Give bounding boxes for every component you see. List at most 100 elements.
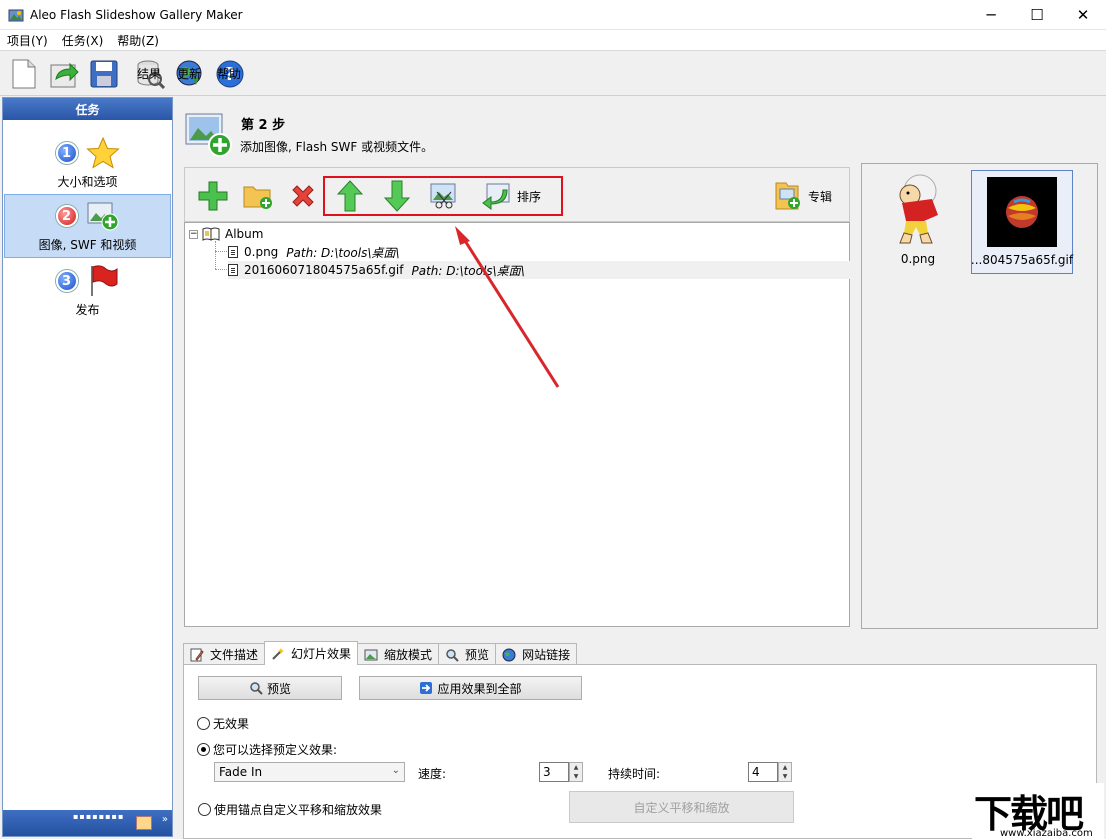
- delete-icon[interactable]: [287, 180, 319, 212]
- step-description: 添加图像, Flash SWF 或视频文件。: [240, 140, 434, 154]
- radio-dot-selected[interactable]: [197, 743, 210, 756]
- results-button[interactable]: 结果: [134, 54, 166, 94]
- preset-effect-label: 您可以选择预定义效果:: [213, 743, 338, 757]
- preset-effect-radio[interactable]: 您可以选择预定义效果:: [197, 741, 337, 758]
- sort-icon[interactable]: [481, 180, 513, 212]
- effect-select[interactable]: Fade In ⌄: [214, 762, 405, 782]
- speed-label: 速度:: [418, 767, 447, 781]
- no-effect-radio[interactable]: 无效果: [197, 715, 249, 732]
- tab-label: 幻灯片效果: [291, 647, 352, 661]
- title-bar: Aleo Flash Slideshow Gallery Maker ─ ☐ ✕: [0, 0, 1106, 30]
- open-icon: [48, 58, 80, 90]
- flag-icon: [90, 265, 117, 296]
- collapse-icon[interactable]: −: [189, 229, 198, 239]
- task-publish-label: 发布: [75, 303, 100, 317]
- album-label[interactable]: 专辑: [808, 188, 832, 205]
- duration-value: 4: [752, 765, 760, 779]
- step-title: 第 2 步: [241, 118, 286, 133]
- task-publish[interactable]: 3 发布: [3, 258, 172, 322]
- apply-all-button[interactable]: 应用效果到全部: [359, 676, 582, 700]
- task-size-options[interactable]: 1 大小和选项: [3, 130, 172, 194]
- edit-image-icon[interactable]: [428, 180, 460, 212]
- task-images-swf-video[interactable]: 2 图像, SWF 和视频: [4, 194, 171, 258]
- no-effect-label: 无效果: [213, 717, 250, 731]
- radio-dot[interactable]: [198, 803, 211, 816]
- move-up-icon[interactable]: [334, 180, 366, 212]
- magnifier-icon: [445, 648, 459, 662]
- preview-button-label: 预览: [266, 681, 291, 696]
- preview-button[interactable]: 预览: [198, 676, 342, 700]
- save-button[interactable]: [88, 54, 120, 94]
- update-button[interactable]: 更新: [174, 54, 206, 94]
- step-3-badge: 3: [55, 270, 78, 292]
- task-panel: 任务 1 大小和选项 2 图像, SWF 和视频 3 发布 ▪▪▪▪▪▪▪▪ »: [2, 97, 173, 837]
- tree-item-path: Path: D:\tools\桌面\: [411, 263, 525, 278]
- thumbnail-name: 0.png: [900, 252, 936, 266]
- open-button[interactable]: [48, 54, 80, 94]
- save-icon: [88, 58, 120, 90]
- album-toolbar: 排序 专辑: [184, 167, 850, 222]
- menu-project[interactable]: 项目(Y): [0, 32, 55, 49]
- star-icon: [85, 136, 120, 169]
- album-book-icon: [202, 227, 220, 241]
- close-button[interactable]: ✕: [1060, 0, 1106, 30]
- step-1-badge: 1: [55, 142, 78, 164]
- chevron-down-icon: ⌄: [391, 765, 400, 776]
- apply-all-button-label: 应用效果到全部: [437, 681, 522, 696]
- custom-pan-radio[interactable]: 使用锚点自定义平移和缩放效果: [198, 801, 382, 818]
- new-button[interactable]: [8, 54, 40, 94]
- panel-note-icon[interactable]: [136, 816, 152, 830]
- tree-item[interactable]: 0.png Path: D:\tools\桌面\: [228, 243, 468, 261]
- tab-website-link[interactable]: 网站链接: [495, 643, 578, 665]
- menu-help[interactable]: 帮助(Z): [110, 32, 166, 49]
- add-icon[interactable]: [197, 180, 229, 212]
- panel-grip[interactable]: ▪▪▪▪▪▪▪▪: [73, 812, 124, 821]
- duration-stepper[interactable]: 4 ▲ ▼: [748, 762, 792, 782]
- speed-stepper[interactable]: 3 ▲ ▼: [539, 762, 583, 782]
- file-icon: [228, 264, 238, 276]
- add-image-large-icon: [185, 113, 232, 157]
- tree-item[interactable]: 201606071804575a65f.gif Path: D:\tools\桌…: [228, 261, 850, 279]
- step-2-badge: 2: [55, 205, 78, 227]
- radio-dot[interactable]: [197, 717, 210, 730]
- apply-icon: [420, 682, 433, 694]
- move-down-icon[interactable]: [381, 180, 413, 212]
- new-file-icon: [8, 58, 40, 90]
- thumbnail-panel: 0.png ...804575a65f.gif: [861, 163, 1098, 629]
- maximize-button[interactable]: ☐: [1014, 0, 1060, 30]
- help-button[interactable]: ? 帮助: [214, 54, 246, 94]
- task-panel-header: 任务: [3, 98, 172, 120]
- spin-buttons[interactable]: ▲ ▼: [569, 762, 583, 782]
- step-header: 第 2 步 添加图像, Flash SWF 或视频文件。: [184, 104, 784, 158]
- thumbnail-item-selected[interactable]: ...804575a65f.gif: [971, 170, 1073, 274]
- thumbnail-item[interactable]: 0.png: [867, 170, 969, 274]
- tab-label: 缩放模式: [384, 648, 433, 662]
- duration-label: 持续时间:: [608, 767, 661, 781]
- album-folder-icon[interactable]: [772, 180, 804, 212]
- menu-bar: 项目(Y) 任务(X) 帮助(Z): [0, 30, 1106, 51]
- menu-task[interactable]: 任务(X): [55, 32, 111, 49]
- custom-pan-label: 使用锚点自定义平移和缩放效果: [214, 803, 383, 817]
- window-title: Aleo Flash Slideshow Gallery Maker: [30, 7, 243, 22]
- tab-zoom-mode[interactable]: 缩放模式: [357, 643, 440, 665]
- task-size-options-label: 大小和选项: [57, 175, 118, 189]
- tab-slideshow-effects[interactable]: 幻灯片效果: [264, 641, 359, 665]
- custom-pan-button[interactable]: 自定义平移和缩放: [569, 791, 794, 823]
- globe-icon: [502, 648, 516, 662]
- tab-file-description[interactable]: 文件描述: [183, 643, 266, 665]
- magic-wand-icon: [271, 647, 285, 661]
- update-label: 更新: [177, 67, 202, 81]
- tab-preview[interactable]: 预览: [438, 643, 497, 665]
- sort-label[interactable]: 排序: [517, 188, 541, 205]
- tab-label: 预览: [465, 648, 490, 662]
- tab-label: 文件描述: [210, 648, 259, 662]
- minimize-button[interactable]: ─: [968, 0, 1014, 30]
- panel-more-icon[interactable]: »: [162, 814, 168, 825]
- thumbnail-name: ...804575a65f.gif: [970, 253, 1074, 267]
- tree-item-name: 0.png: [244, 245, 279, 259]
- add-folder-icon[interactable]: [242, 180, 274, 212]
- album-tree: − Album 0.png Path: D:\tools\桌面\ 2016060…: [184, 222, 850, 627]
- tree-root-album[interactable]: − Album: [189, 225, 263, 243]
- spin-buttons[interactable]: ▲ ▼: [778, 762, 792, 782]
- tab-label: 网站链接: [522, 648, 571, 662]
